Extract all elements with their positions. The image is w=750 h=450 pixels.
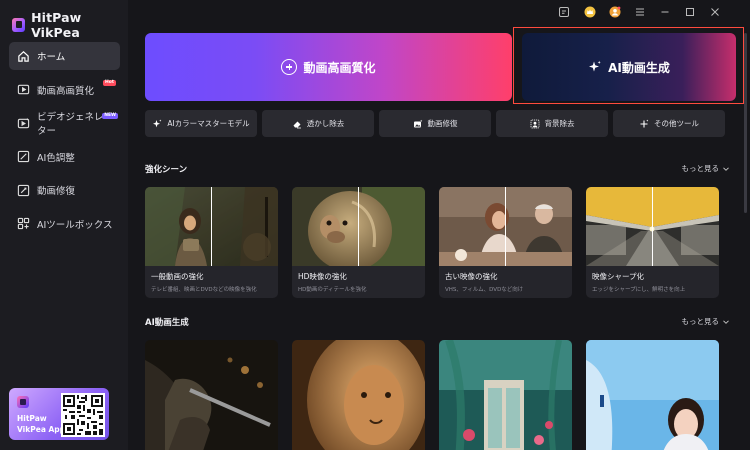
app-card-line2: VikPea App xyxy=(17,425,66,434)
video-enhance-icon xyxy=(17,83,30,96)
image-repair-icon xyxy=(413,119,422,127)
new-badge: NEW xyxy=(102,113,118,119)
maximize-icon[interactable] xyxy=(683,5,697,19)
sidebar-item-label: 動画高画質化 xyxy=(37,85,95,97)
close-icon[interactable] xyxy=(708,5,722,19)
tool-image-repair[interactable]: 動画修復 xyxy=(379,110,491,137)
sparkle-icon xyxy=(589,60,601,72)
card-thumbnail xyxy=(439,187,572,266)
tool-ai-color-master[interactable]: AIカラーマスターモデル xyxy=(145,110,257,137)
card-title: HD映像の強化 xyxy=(298,272,347,281)
see-more-label: もっと見る xyxy=(681,164,720,173)
tool-label: その他ツール xyxy=(654,119,699,128)
eraser-icon xyxy=(293,121,301,128)
sidebar-item-color-adjust[interactable]: AI色調整 xyxy=(9,143,120,171)
mobile-app-card[interactable]: HitPaw VikPea App xyxy=(9,388,109,440)
sidebar-item-label: ホーム xyxy=(37,52,66,63)
tool-watermark-remove[interactable]: 透かし除去 xyxy=(262,110,374,137)
tool-label: 動画修復 xyxy=(427,119,458,128)
see-more-label: もっと見る xyxy=(681,317,720,326)
tool-label: 透かし除去 xyxy=(306,119,345,128)
enhance-card-sharpen[interactable]: 映像シャープ化 エッジをシャープにし、鮮明さを向上 xyxy=(586,187,719,298)
app-card-line1: HitPaw xyxy=(17,414,47,423)
sidebar-item-label: AIツールボックス xyxy=(37,219,113,231)
background-remove-icon xyxy=(530,119,539,128)
title-bar xyxy=(550,0,750,24)
ai-video-generate-label: AI動画生成 xyxy=(608,60,670,75)
compare-divider xyxy=(211,187,212,266)
qr-code-icon xyxy=(61,393,105,437)
section-title-enhance: 強化シーン xyxy=(145,165,188,175)
tool-row: AIカラーマスターモデル 透かし除去 動画修復 背景除去 その他ツール xyxy=(145,110,725,137)
tool-label: AIカラーマスターモデル xyxy=(167,119,250,128)
card-title: 映像シャープ化 xyxy=(592,272,645,281)
tool-more-tools[interactable]: その他ツール xyxy=(613,110,725,137)
enhance-card-hd[interactable]: HD映像の強化 HD動画のディテールを強化 xyxy=(292,187,425,298)
sidebar-item-toolbox[interactable]: AIツールボックス xyxy=(9,210,120,238)
sidebar-item-label: AI色調整 xyxy=(37,152,75,164)
video-generator-icon xyxy=(17,117,30,130)
video-enhance-label: 動画高画質化 xyxy=(303,60,376,75)
app-logo-icon xyxy=(17,396,29,408)
sidebar-item-video-generator[interactable]: ビデオジェネレーター NEW xyxy=(9,109,120,137)
plus-circle-icon xyxy=(281,59,298,75)
app-logo-icon xyxy=(12,18,26,32)
color-adjust-icon xyxy=(17,150,30,163)
app-title: HitPaw VikPea xyxy=(31,10,82,40)
more-tools-icon xyxy=(640,119,649,127)
sparkle-icon xyxy=(153,119,162,127)
card-title: 古い映像の強化 xyxy=(445,272,498,281)
sidebar-nav: ホーム 動画高画質化 Hot ビデオジェネレーター NEW AI色調整 動画修復… xyxy=(9,42,120,243)
premium-crown-icon[interactable] xyxy=(583,5,597,19)
card-thumbnail xyxy=(586,187,719,266)
generate-cards xyxy=(145,340,722,450)
enhance-card-old[interactable]: 古い映像の強化 VHS、フィルム、DVDなど向け xyxy=(439,187,572,298)
card-description: テレビ番組、映画とDVDなどの映像を強化 xyxy=(151,287,257,293)
generate-card-girl[interactable] xyxy=(586,340,719,450)
enhance-cards: 一般動画の強化 テレビ番組、映画とDVDなどの映像を強化 HD映像の強化 HD動… xyxy=(145,187,722,298)
sidebar-item-label: 動画修復 xyxy=(37,186,76,197)
card-title: 一般動画の強化 xyxy=(151,272,204,281)
generate-card-phone-booth[interactable] xyxy=(439,340,572,450)
scrollbar[interactable] xyxy=(744,33,747,213)
sidebar-item-video-repair[interactable]: 動画修復 xyxy=(9,176,120,204)
enhance-card-general[interactable]: 一般動画の強化 テレビ番組、映画とDVDなどの映像を強化 xyxy=(145,187,278,298)
compare-divider xyxy=(358,187,359,266)
card-description: HD動画のディテールを強化 xyxy=(298,287,367,293)
see-more-enhance[interactable]: もっと見る xyxy=(682,163,731,174)
sidebar-item-video-enhance[interactable]: 動画高画質化 Hot xyxy=(9,76,120,104)
tool-label: 背景除去 xyxy=(544,119,575,128)
card-thumbnail xyxy=(145,187,278,266)
sidebar-item-home[interactable]: ホーム xyxy=(9,42,120,70)
account-icon[interactable] xyxy=(608,5,622,19)
generate-card-warrior[interactable] xyxy=(145,340,278,450)
compare-divider xyxy=(652,187,653,266)
toolbox-icon xyxy=(17,217,30,230)
video-repair-icon xyxy=(17,184,30,197)
tool-background-remove[interactable]: 背景除去 xyxy=(496,110,608,137)
menu-icon[interactable] xyxy=(633,5,647,19)
chevron-down-icon xyxy=(723,166,729,171)
card-description: VHS、フィルム、DVDなど向け xyxy=(445,287,524,293)
see-more-generate[interactable]: もっと見る xyxy=(682,316,731,327)
minimize-icon[interactable] xyxy=(658,5,672,19)
section-title-generate: AI動画生成 xyxy=(145,318,189,328)
card-description: エッジをシャープにし、鮮明さを向上 xyxy=(592,287,686,293)
feedback-icon[interactable] xyxy=(557,5,571,19)
app-card-text: HitPaw VikPea App xyxy=(17,413,65,435)
app-brand: HitPaw VikPea xyxy=(12,10,128,40)
ai-video-generate-button[interactable]: AI動画生成 xyxy=(522,33,736,101)
card-thumbnail xyxy=(292,187,425,266)
hot-badge: Hot xyxy=(102,79,116,86)
chevron-down-icon xyxy=(723,319,729,324)
compare-divider xyxy=(505,187,506,266)
home-icon xyxy=(17,50,30,63)
video-enhance-button[interactable]: 動画高画質化 xyxy=(145,33,512,101)
generate-card-lion[interactable] xyxy=(292,340,425,450)
sidebar: HitPaw VikPea ホーム 動画高画質化 Hot ビデオジェネレーター … xyxy=(0,0,128,450)
